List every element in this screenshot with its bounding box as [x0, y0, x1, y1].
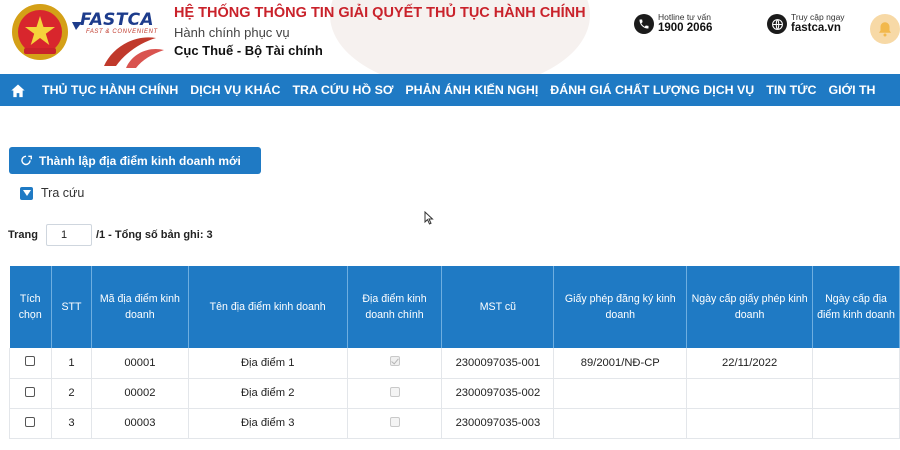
row-select-cell[interactable] [9, 378, 52, 409]
table-header-row: Tích chọn STT Mã địa điểm kinh doanh Tên… [9, 266, 900, 348]
main-location-cell [347, 408, 443, 439]
nav-tra-cuu-ho-so[interactable]: TRA CỨU HỒ SƠ [286, 74, 399, 106]
home-button[interactable] [0, 74, 36, 106]
nav-tin-tuc[interactable]: TIN TỨC [760, 74, 822, 106]
business-license-cell [553, 408, 688, 439]
globe-icon [767, 14, 787, 34]
main-location-checkbox [389, 356, 400, 367]
main-location-cell [347, 378, 443, 409]
search-toggle[interactable]: Tra cứu [20, 186, 84, 200]
main-nav: THỦ TỤC HÀNH CHÍNH DỊCH VỤ KHÁC TRA CỨU … [0, 74, 900, 106]
location-name-cell: Địa điểm 1 [188, 348, 348, 379]
national-emblem-icon [12, 4, 68, 60]
col-stt: STT [51, 266, 92, 348]
phone-icon [634, 14, 654, 34]
old-tax-code-cell: 2300097035-003 [441, 408, 555, 439]
business-license-cell [553, 378, 688, 409]
search-toggle-label: Tra cứu [41, 186, 85, 200]
table-row[interactable]: 2 00002 Địa điểm 2 2300097035-002 [9, 378, 900, 409]
site-header: FASTCA FAST & CONVENIENT HỆ THỐNG THÔNG … [0, 0, 900, 74]
agency-name: Cục Thuế - Bộ Tài chính [174, 43, 323, 58]
website-url: fastca.vn [791, 22, 841, 35]
license-date-cell [686, 378, 814, 409]
stt-cell: 2 [51, 378, 92, 409]
row-select-checkbox[interactable] [25, 356, 36, 367]
location-date-cell [812, 378, 900, 409]
row-select-cell[interactable] [9, 348, 52, 379]
old-tax-code-cell: 2300097035-002 [441, 378, 555, 409]
website-label: Truy cập ngay [791, 11, 845, 22]
hotline-contact[interactable]: Hotline tư vấn 1900 2066 [634, 10, 712, 38]
page-number-input[interactable] [45, 224, 92, 246]
pagination: Trang /1 - Tổng số bản ghi: 3 [8, 224, 213, 246]
create-business-location-button[interactable]: Thành lập địa điểm kinh doanh mới [9, 147, 261, 174]
col-license-date[interactable]: Ngày cấp giấy phép kinh doanh [686, 266, 814, 348]
nav-thu-tuc-hanh-chinh[interactable]: THỦ TỤC HÀNH CHÍNH [36, 74, 184, 106]
location-code-cell: 00002 [91, 378, 189, 409]
main-location-checkbox [389, 386, 400, 397]
logo-text: FASTCA [80, 10, 154, 30]
row-select-checkbox[interactable] [25, 386, 36, 397]
license-date-cell: 22/11/2022 [686, 348, 814, 379]
table-row[interactable]: 3 00003 Địa điểm 3 2300097035-003 [9, 408, 900, 439]
old-tax-code-cell: 2300097035-001 [441, 348, 555, 379]
system-subtitle: Hành chính phục vụ [174, 25, 290, 40]
stt-cell: 3 [51, 408, 92, 439]
location-date-cell [812, 348, 900, 379]
main-location-checkbox [389, 416, 400, 427]
business-license-cell: 89/2001/NĐ-CP [553, 348, 688, 379]
location-code-cell: 00001 [91, 348, 189, 379]
website-contact[interactable]: Truy cập ngay fastca.vn [767, 10, 845, 38]
home-icon [11, 84, 25, 97]
mouse-cursor-icon [424, 211, 434, 225]
license-date-cell [686, 408, 814, 439]
col-location-name[interactable]: Tên địa điểm kinh doanh [188, 266, 348, 348]
col-business-license[interactable]: Giấy phép đăng ký kinh doanh [553, 266, 688, 348]
location-code-cell: 00003 [91, 408, 189, 439]
business-locations-table: Tích chọn STT Mã địa điểm kinh doanh Tên… [9, 266, 900, 439]
notification-bell-button[interactable] [870, 14, 900, 44]
col-old-tax-code[interactable]: MST cũ [441, 266, 555, 348]
col-location-date[interactable]: Ngày cấp địa điểm kinh doanh [812, 266, 900, 348]
nav-phan-anh-kien-nghi[interactable]: PHẢN ÁNH KIẾN NGHỊ [399, 74, 544, 106]
col-main-location[interactable]: Địa điểm kinh doanh chính [347, 266, 443, 348]
main-location-cell [347, 348, 443, 379]
table-row[interactable]: 1 00001 Địa điểm 1 2300097035-001 89/200… [9, 348, 900, 379]
nav-danh-gia-chat-luong[interactable]: ĐÁNH GIÁ CHẤT LƯỢNG DỊCH VỤ [544, 74, 760, 106]
hotline-number: 1900 2066 [658, 22, 713, 35]
col-location-code[interactable]: Mã địa điểm kinh doanh [91, 266, 189, 348]
stt-cell: 1 [51, 348, 92, 379]
location-name-cell: Địa điểm 2 [188, 378, 348, 409]
location-name-cell: Địa điểm 3 [188, 408, 348, 439]
location-add-icon [21, 155, 32, 165]
system-title: HỆ THỐNG THÔNG TIN GIẢI QUYẾT THỦ TỤC HÀ… [174, 5, 586, 21]
nav-gioi-thieu[interactable]: GIỚI TH [822, 74, 881, 106]
page-label: Trang [8, 229, 38, 241]
logo-tagline: FAST & CONVENIENT [86, 29, 158, 35]
row-select-cell[interactable] [9, 408, 52, 439]
row-select-checkbox[interactable] [25, 416, 36, 427]
hotline-label: Hotline tư vấn [658, 11, 711, 22]
col-select: Tích chọn [9, 266, 52, 348]
bell-icon [879, 22, 891, 37]
create-button-label: Thành lập địa điểm kinh doanh mới [39, 153, 241, 168]
page-summary: /1 - Tổng số bản ghi: 3 [95, 229, 213, 241]
expand-triangle-icon [20, 186, 33, 200]
nav-dich-vu-khac[interactable]: DỊCH VỤ KHÁC [184, 74, 286, 106]
location-date-cell [812, 408, 900, 439]
